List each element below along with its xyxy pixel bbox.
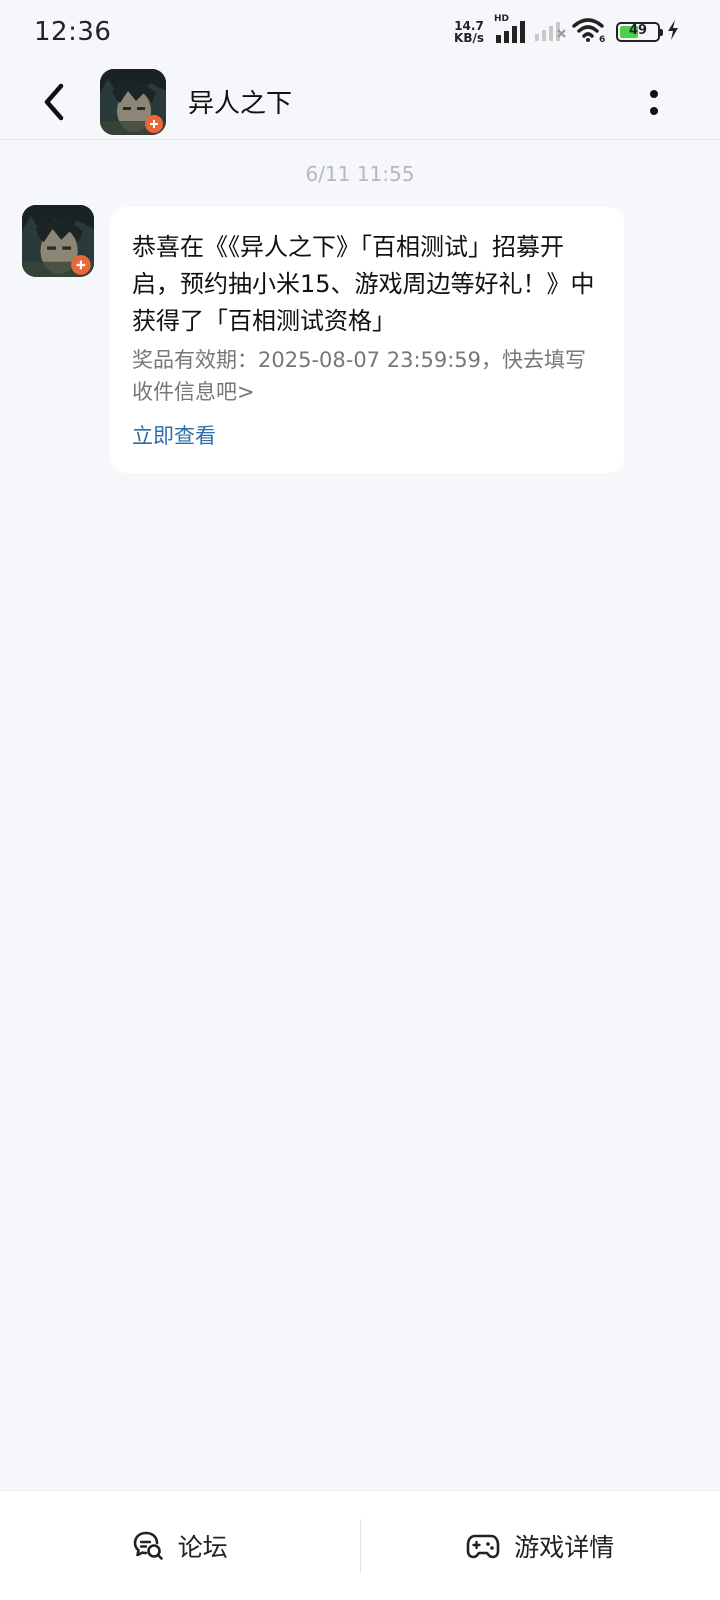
charging-icon [666,19,680,45]
wifi-icon: 6 [572,17,606,47]
hd-label: HD [494,14,510,24]
message-description[interactable]: 奖品有效期：2025-08-07 23:59:59，快去填写收件信息吧> [132,344,602,408]
battery-icon: 49 [616,22,663,42]
view-now-link[interactable]: 立即查看 [132,420,216,450]
more-vertical-icon [650,89,658,98]
status-time: 12:36 [34,17,112,47]
forum-chat-icon [133,1531,163,1560]
forum-button[interactable]: 论坛 [0,1491,360,1600]
message-bubble[interactable]: 恭喜在《《异人之下》「百相测试」招募开启，预约抽小米15、游戏周边等好礼！》中获… [110,207,624,473]
svg-text:6: 6 [599,35,605,43]
page-title: 异人之下 [188,89,293,119]
forum-label: 论坛 [177,1532,228,1562]
back-button[interactable] [24,72,84,132]
chevron-left-icon [44,83,64,120]
status-bar: 12:36 14.7 KB/s HD 6 49 [0,0,720,64]
bottom-bar: 论坛 游戏详情 [0,1490,720,1600]
more-vertical-icon-dot [650,106,658,115]
status-icons: 14.7 KB/s HD 6 49 [454,14,680,47]
game-details-button[interactable]: 游戏详情 [361,1491,720,1600]
message-title: 恭喜在《《异人之下》「百相测试」招募开启，预约抽小米15、游戏周边等好礼！》中获… [132,233,595,335]
gamepad-icon [466,1534,500,1558]
sender-avatar[interactable] [22,205,94,277]
message-timestamp: 6/11 11:55 [305,162,415,186]
signal-icon: HD [494,14,528,44]
chat-header: 异人之下 [0,64,720,140]
game-avatar[interactable] [100,68,166,135]
game-details-label: 游戏详情 [514,1532,615,1562]
network-speed: 14.7 KB/s [454,20,484,44]
signal-no-service-icon [534,18,566,46]
battery-level: 49 [628,23,648,38]
network-speed-unit: KB/s [454,31,484,45]
more-options-button[interactable] [634,78,674,126]
